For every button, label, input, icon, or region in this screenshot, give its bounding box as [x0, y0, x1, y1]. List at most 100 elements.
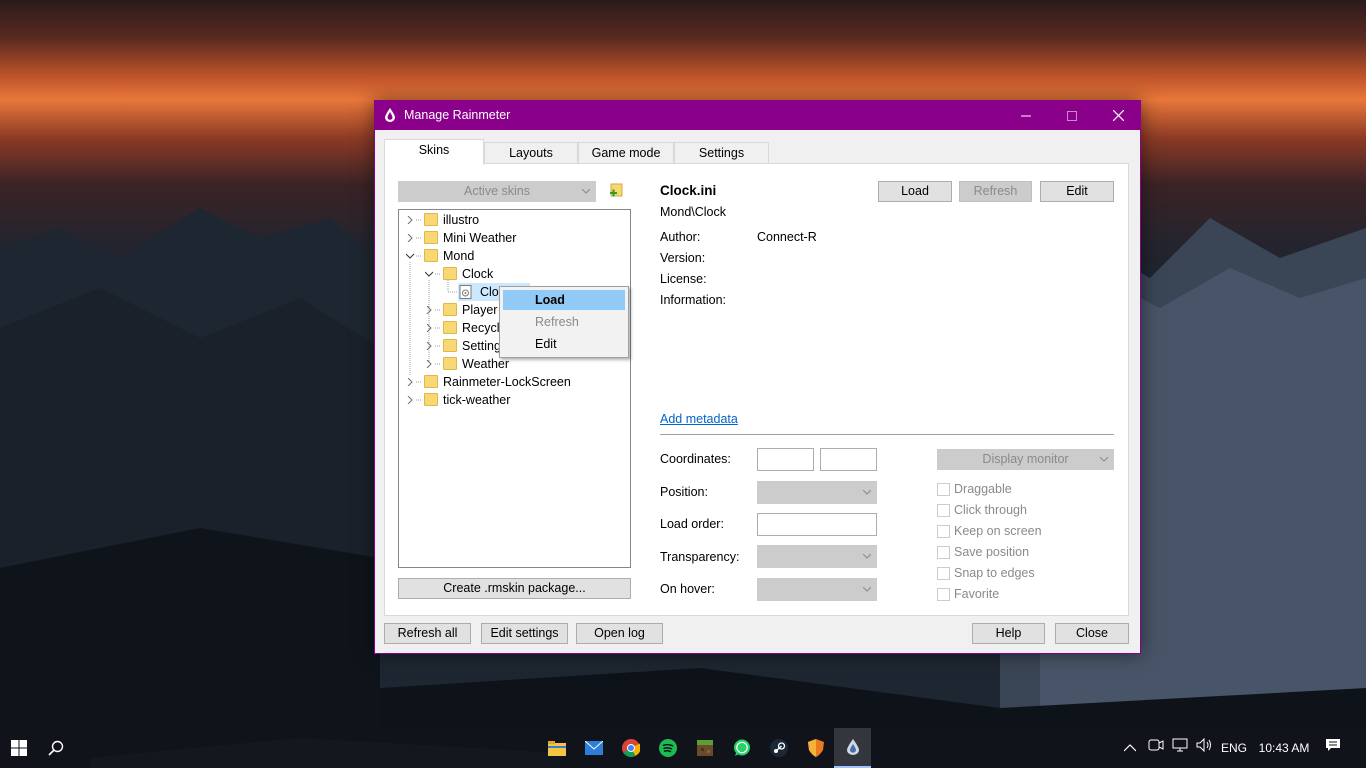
close-window-button[interactable] [1095, 101, 1141, 130]
search-button[interactable] [37, 728, 74, 768]
titlebar: Manage Rainmeter [375, 101, 1140, 130]
taskbar-mail[interactable] [575, 728, 612, 768]
tree-item-rainmeter-lockscreen[interactable]: Rainmeter-LockScreen [406, 373, 626, 391]
minimize-icon [1021, 115, 1031, 116]
tray-network[interactable] [1172, 728, 1190, 768]
active-skins-combo[interactable]: Active skins [398, 181, 596, 202]
tree-item-label: Mini Weather [443, 231, 517, 245]
chrome-icon [621, 739, 640, 757]
chevron-right-icon [426, 342, 432, 350]
chevron-down-icon [425, 271, 434, 277]
tray-meet-now[interactable] [1148, 728, 1164, 768]
start-button[interactable] [0, 728, 37, 768]
tree-item-tick-weather[interactable]: tick-weather [406, 391, 626, 409]
camera-icon [1148, 739, 1164, 751]
folder-icon [443, 339, 457, 352]
maximize-button[interactable] [1049, 101, 1095, 130]
context-menu: Load Refresh Edit [499, 286, 629, 358]
close-button[interactable]: Close [1055, 623, 1129, 644]
tree-item-illustro[interactable]: illustro [406, 211, 626, 229]
help-button[interactable]: Help [972, 623, 1045, 644]
add-metadata-link[interactable]: Add metadata [660, 412, 738, 426]
tree-item-label: illustro [443, 213, 480, 227]
folder-icon [443, 303, 457, 316]
chevron-down-icon [863, 587, 871, 592]
taskbar-file-explorer[interactable] [538, 728, 575, 768]
show-hidden-icons-button[interactable] [1123, 728, 1137, 768]
tab-settings[interactable]: Settings [674, 142, 769, 164]
minimize-button[interactable] [1003, 101, 1049, 130]
skin-file-icon [459, 285, 472, 299]
taskbar-minecraft[interactable] [686, 728, 723, 768]
chevron-down-icon [1100, 457, 1108, 462]
folder-icon [424, 249, 438, 262]
taskbar-app-shield[interactable] [797, 728, 834, 768]
chevron-right-icon [426, 324, 432, 332]
position-label: Position: [660, 485, 708, 499]
chevron-right-icon [426, 360, 432, 368]
windows-logo-icon [10, 740, 27, 756]
skin-file-name: Clock.ini [660, 183, 717, 198]
tree-item-clock-folder[interactable]: Clock [425, 265, 625, 283]
license-label: License: [660, 272, 707, 286]
shield-icon [807, 739, 824, 757]
on-hover-label: On hover: [660, 582, 715, 596]
load-button[interactable]: Load [878, 181, 952, 202]
on-hover-combo[interactable] [757, 578, 877, 601]
maximize-icon [1067, 110, 1077, 121]
open-log-button[interactable]: Open log [576, 623, 663, 644]
edit-settings-button[interactable]: Edit settings [481, 623, 568, 644]
taskbar-rainmeter[interactable] [834, 728, 871, 768]
coordinate-x-input[interactable] [757, 448, 814, 471]
tab-skins[interactable]: Skins [384, 139, 484, 165]
transparency-combo[interactable] [757, 545, 877, 568]
chevron-down-icon [863, 554, 871, 559]
tray-language[interactable]: ENG [1221, 728, 1247, 768]
create-rmskin-package-button[interactable]: Create .rmskin package... [398, 578, 631, 599]
checkbox-box [937, 567, 950, 580]
context-menu-edit[interactable]: Edit [503, 334, 625, 354]
tree-item-label: Player [462, 303, 498, 317]
tab-layouts[interactable]: Layouts [484, 142, 578, 164]
chevron-right-icon [407, 216, 413, 224]
folder-icon [443, 267, 457, 280]
taskbar: ENG 10:43 AM [0, 728, 1366, 768]
tab-game-mode[interactable]: Game mode [578, 142, 674, 164]
search-icon [47, 740, 63, 756]
edit-button[interactable]: Edit [1040, 181, 1114, 202]
speaker-icon [1196, 737, 1211, 753]
chevron-down-icon [863, 490, 871, 495]
folder-icon [424, 393, 438, 406]
context-menu-refresh[interactable]: Refresh [503, 312, 625, 332]
context-menu-load[interactable]: Load [503, 290, 625, 310]
taskbar-spotify[interactable] [649, 728, 686, 768]
checkbox-label: Draggable [954, 482, 1012, 496]
add-folder-button[interactable] [609, 183, 625, 199]
notification-icon [1326, 739, 1340, 751]
taskbar-whatsapp[interactable] [723, 728, 760, 768]
whatsapp-icon [733, 739, 750, 756]
tray-volume[interactable] [1196, 728, 1214, 768]
refresh-all-button[interactable]: Refresh all [384, 623, 471, 644]
chevron-down-icon [582, 189, 590, 194]
tree-item-mini-weather[interactable]: Mini Weather [406, 229, 626, 247]
tree-item-mond[interactable]: Mond [406, 247, 626, 265]
chevron-right-icon [407, 234, 413, 242]
add-folder-icon [610, 183, 623, 197]
tray-clock[interactable]: 10:43 AM [1258, 728, 1310, 768]
tree-item-label: Clo [480, 285, 499, 299]
coordinate-y-input[interactable] [820, 448, 877, 471]
skins-panel: Active skins illustro Mini Weather Mond … [384, 163, 1129, 616]
refresh-button[interactable]: Refresh [959, 181, 1032, 202]
taskbar-steam[interactable] [760, 728, 797, 768]
version-label: Version: [660, 251, 706, 265]
skins-tree[interactable]: illustro Mini Weather Mond Clock Clo Pla… [398, 209, 631, 568]
taskbar-chrome[interactable] [612, 728, 649, 768]
checkbox-box [937, 525, 950, 538]
network-icon [1172, 738, 1188, 752]
position-combo[interactable] [757, 481, 877, 504]
action-center-button[interactable] [1325, 728, 1341, 768]
separator [660, 434, 1114, 435]
load-order-input[interactable] [757, 513, 877, 536]
display-monitor-combo[interactable]: Display monitor [937, 449, 1114, 470]
